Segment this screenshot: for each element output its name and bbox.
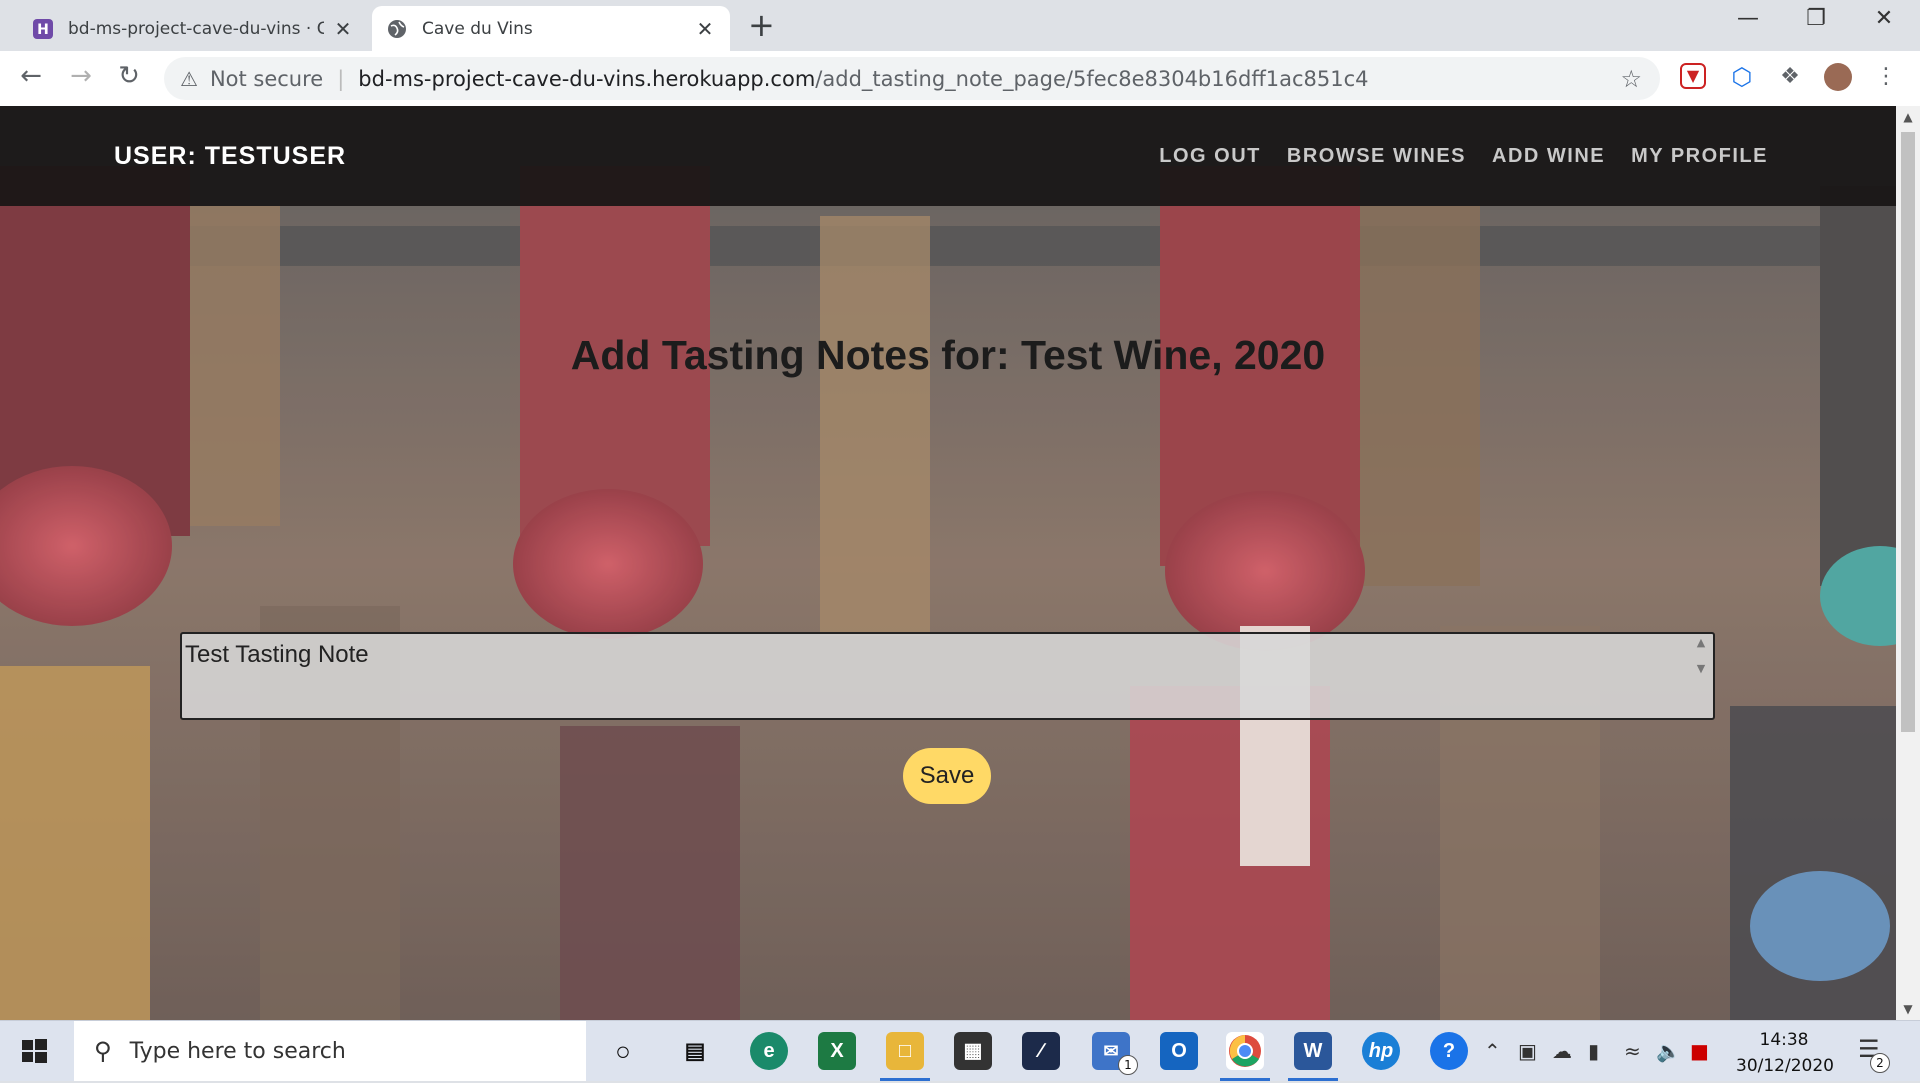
search-placeholder: Type here to search xyxy=(129,1038,346,1064)
svg-text:H: H xyxy=(37,22,49,38)
scrollbar-thumb[interactable] xyxy=(1901,132,1915,732)
volume-icon[interactable]: 🔈 xyxy=(1656,1039,1681,1063)
page-viewport: USER: TESTUSER LOG OUT BROWSE WINES ADD … xyxy=(0,106,1896,1020)
notification-badge: 2 xyxy=(1870,1053,1890,1073)
scroll-up-icon[interactable]: ▲ xyxy=(1896,110,1920,124)
window-close-icon[interactable]: ✕ xyxy=(1854,6,1914,31)
wine-bottles-background-image xyxy=(0,106,1896,1020)
windows-start-icon[interactable] xyxy=(18,1035,50,1067)
page-scrollbar[interactable]: ▲ ▼ xyxy=(1896,106,1920,1020)
taskbar-search[interactable]: ⚲ Type here to search xyxy=(74,1021,586,1081)
textarea-scroll-arrows-icon[interactable]: ▲ ▼ xyxy=(1692,636,1710,716)
dev-tool-icon[interactable]: ∕ xyxy=(1022,1032,1060,1070)
tab-close-icon[interactable]: ✕ xyxy=(332,17,354,41)
divider: | xyxy=(337,66,345,91)
tab-github[interactable]: H bd-ms-project-cave-du-vins · Git ✕ xyxy=(18,6,368,51)
cortana-icon[interactable]: ○ xyxy=(604,1032,642,1070)
browser-toolbar: ← → ↻ ⚠ Not secure | bd-ms-project-cave-… xyxy=(0,51,1920,107)
nav-browse-wines[interactable]: BROWSE WINES xyxy=(1287,145,1466,168)
windows-taskbar: ⚲ Type here to search ○ ▤ e X □ ▦ ∕ ✉ 1 … xyxy=(0,1020,1920,1081)
profile-avatar[interactable] xyxy=(1824,63,1852,91)
minimize-icon[interactable]: — xyxy=(1718,6,1778,31)
tab-cave-du-vins[interactable]: Cave du Vins ✕ xyxy=(372,6,730,51)
nav-links: LOG OUT BROWSE WINES ADD WINE MY PROFILE xyxy=(1159,145,1768,168)
excel-icon[interactable]: X xyxy=(818,1032,856,1070)
forward-icon[interactable]: → xyxy=(64,61,98,91)
battery-icon[interactable]: ▮ xyxy=(1588,1039,1599,1063)
tray-chevron-icon[interactable]: ⌃ xyxy=(1484,1039,1501,1063)
clock-date: 30/12/2020 xyxy=(1736,1056,1834,1076)
url-path: /add_tasting_note_page/5fec8e8304b16dff1… xyxy=(815,66,1369,91)
chrome-icon[interactable] xyxy=(1220,1032,1270,1081)
address-bar[interactable]: ⚠ Not secure | bd-ms-project-cave-du-vin… xyxy=(164,57,1660,100)
mail-badge: 1 xyxy=(1118,1055,1138,1075)
search-icon: ⚲ xyxy=(94,1037,112,1065)
scroll-down-icon[interactable]: ▼ xyxy=(1896,1002,1920,1016)
bookmark-star-icon[interactable]: ☆ xyxy=(1620,65,1642,93)
back-icon[interactable]: ← xyxy=(14,61,48,91)
system-clock[interactable]: 14:38 30/12/2020 xyxy=(1736,1027,1834,1079)
page-title: Add Tasting Notes for: Test Wine, 2020 xyxy=(570,332,1326,378)
tab-title: bd-ms-project-cave-du-vins · Git xyxy=(68,18,324,39)
tab-close-icon[interactable]: ✕ xyxy=(694,17,716,41)
menu-dots-icon[interactable]: ⋮ xyxy=(1872,63,1900,91)
url-host: bd-ms-project-cave-du-vins.herokuapp.com xyxy=(358,66,816,91)
meet-now-icon[interactable]: ▣ xyxy=(1518,1039,1537,1063)
puzzle-extensions-icon[interactable]: ❖ xyxy=(1776,63,1804,91)
wifi-icon[interactable]: ≈ xyxy=(1624,1039,1641,1063)
outlook-icon[interactable]: O xyxy=(1160,1032,1198,1070)
tab-title: Cave du Vins xyxy=(422,18,533,39)
shield-extension-icon[interactable]: ⬡ xyxy=(1728,63,1756,91)
onedrive-icon[interactable]: ☁ xyxy=(1552,1039,1572,1063)
nav-log-out[interactable]: LOG OUT xyxy=(1159,145,1261,168)
github-favicon-icon: H xyxy=(33,18,53,39)
pocket-extension-icon[interactable]: ▼ xyxy=(1680,63,1706,89)
browser-tab-strip: H bd-ms-project-cave-du-vins · Git ✕ Cav… xyxy=(0,0,1920,51)
user-brand[interactable]: USER: TESTUSER xyxy=(114,142,346,171)
hp-icon[interactable]: hp xyxy=(1362,1032,1400,1070)
restore-icon[interactable]: ❐ xyxy=(1786,6,1846,31)
new-tab-button[interactable]: + xyxy=(748,8,775,42)
word-icon[interactable]: W xyxy=(1288,1032,1338,1081)
help-icon[interactable]: ? xyxy=(1430,1032,1468,1070)
clock-time: 14:38 xyxy=(1759,1030,1809,1050)
tasting-note-textarea[interactable]: Test Tasting Note xyxy=(180,632,1715,720)
security-alert-icon[interactable]: ■ xyxy=(1690,1039,1709,1063)
globe-favicon-icon xyxy=(388,19,406,38)
file-explorer-icon[interactable]: □ xyxy=(880,1032,930,1081)
edge-browser-icon[interactable]: e xyxy=(750,1032,788,1070)
task-view-icon[interactable]: ▤ xyxy=(676,1032,714,1070)
warning-icon: ⚠ xyxy=(180,66,198,91)
nav-my-profile[interactable]: MY PROFILE xyxy=(1631,145,1768,168)
security-label: Not secure xyxy=(209,66,324,91)
store-icon[interactable]: ▦ xyxy=(954,1032,992,1070)
save-button[interactable]: Save xyxy=(903,748,991,804)
nav-add-wine[interactable]: ADD WINE xyxy=(1492,145,1605,168)
site-navbar: USER: TESTUSER LOG OUT BROWSE WINES ADD … xyxy=(0,106,1896,206)
reload-icon[interactable]: ↻ xyxy=(112,61,146,91)
